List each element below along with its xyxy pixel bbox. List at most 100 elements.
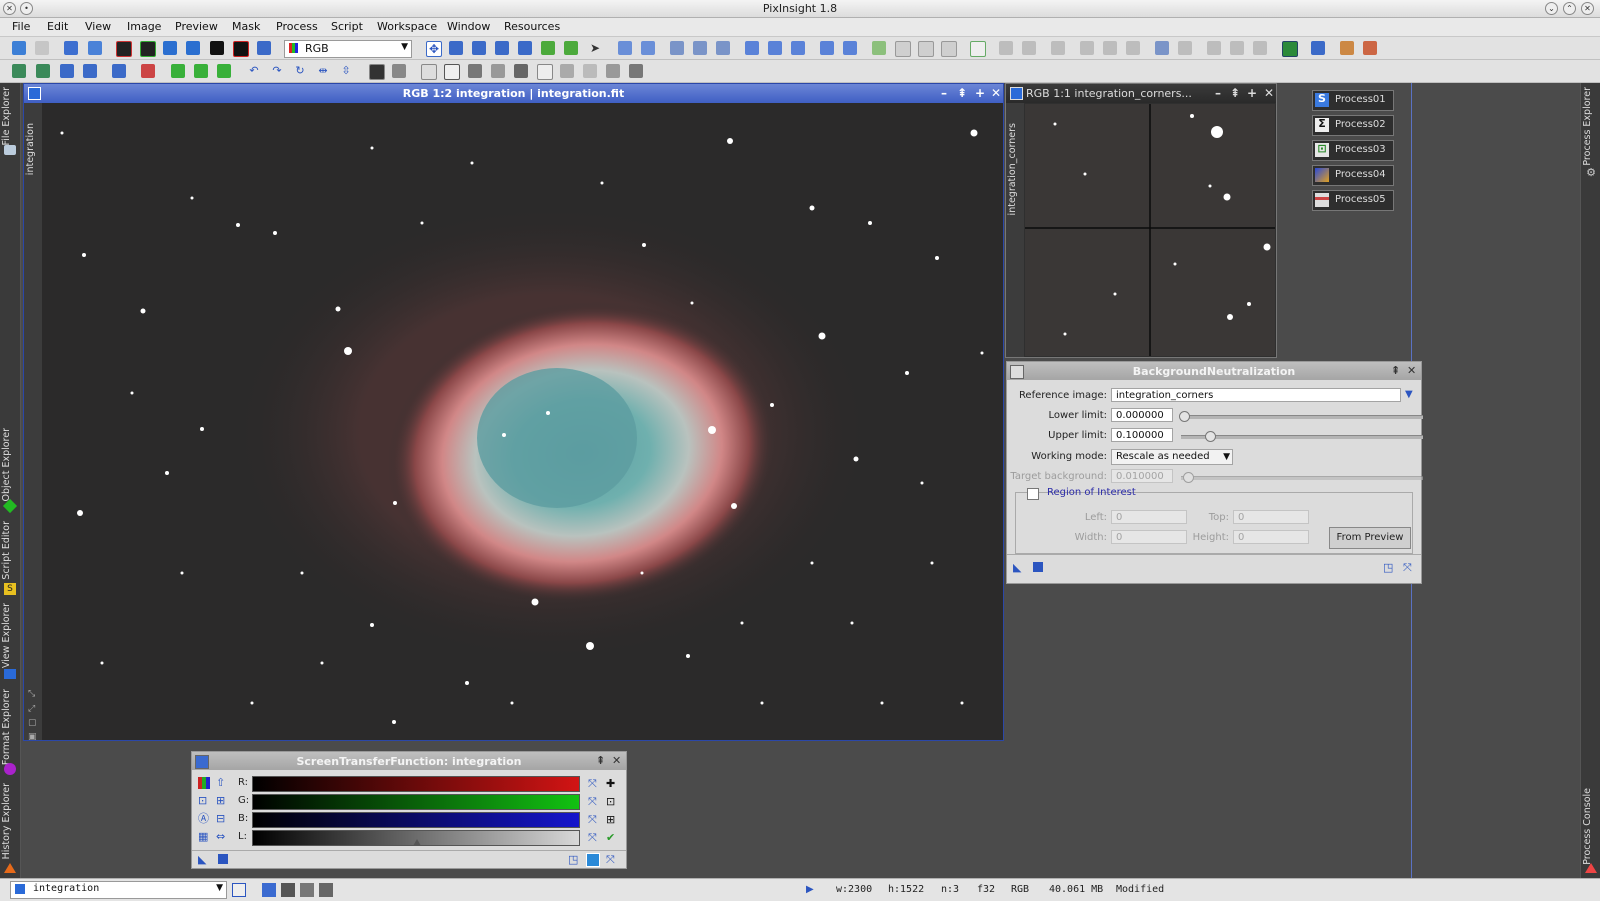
green-channel-icon[interactable]	[163, 41, 177, 55]
target-background-field[interactable]: 0.010000	[1111, 469, 1173, 483]
tool-2-icon[interactable]	[36, 64, 50, 78]
mirror-h-icon[interactable]: ⇹	[316, 64, 330, 78]
menu-process[interactable]: Process	[276, 20, 318, 33]
mask-icon[interactable]	[872, 41, 886, 55]
maximize-window-icon[interactable]: +	[973, 86, 987, 100]
channel-icon[interactable]	[257, 41, 271, 55]
select-view-icon[interactable]: ▼	[1405, 389, 1413, 401]
auto-stretch-icon[interactable]: ⇧	[216, 777, 225, 789]
gray-3-icon[interactable]	[514, 64, 528, 78]
stf-green-slider[interactable]	[252, 794, 580, 810]
tool-1-icon[interactable]	[12, 64, 26, 78]
nebula-image[interactable]	[42, 103, 1003, 740]
browse-doc-icon[interactable]: ◳	[568, 854, 578, 866]
minimize-window-icon[interactable]: –	[937, 86, 951, 100]
close-preview-icon[interactable]: ✕	[1262, 86, 1276, 100]
auto-icon[interactable]: Ⓐ	[198, 813, 209, 825]
lower-limit-field[interactable]: 0.000000	[1111, 408, 1173, 422]
bn-titlebar[interactable]: BackgroundNeutralization ⇞ ✕	[1007, 362, 1421, 380]
tab-process-explorer[interactable]: Process Explorer	[1582, 87, 1600, 167]
menu-workspace[interactable]: Workspace	[377, 20, 437, 33]
mask-2-icon[interactable]	[895, 41, 911, 57]
red-channel-icon[interactable]	[140, 41, 156, 57]
tool-7-icon[interactable]	[171, 64, 185, 78]
play-icon[interactable]: ▶	[806, 884, 814, 896]
tool-g-icon[interactable]	[1155, 41, 1169, 55]
view-selector[interactable]: integration ▼	[10, 881, 227, 899]
tool-c-icon[interactable]	[1051, 41, 1065, 55]
maximize-icon[interactable]: ⌃	[1563, 2, 1576, 15]
rotate-right-icon[interactable]: ↷	[270, 64, 284, 78]
slider-handle[interactable]	[1179, 411, 1190, 422]
process-icon-1[interactable]: S Process01	[1312, 90, 1394, 111]
tile-icon[interactable]	[791, 41, 805, 55]
slider-handle[interactable]	[1183, 472, 1195, 483]
menu-window[interactable]: Window	[447, 20, 490, 33]
roi-checkbox[interactable]	[1027, 488, 1039, 500]
tool-b-icon[interactable]	[1022, 41, 1036, 55]
menu-view[interactable]: View	[85, 20, 111, 33]
zoom-out-icon[interactable]	[641, 41, 655, 55]
menu-preview[interactable]: Preview	[175, 20, 218, 33]
menu-image[interactable]: Image	[127, 20, 161, 33]
main-image-window[interactable]: RGB 1:2 integration | integration.fit – …	[23, 83, 1004, 742]
tab-format-explorer[interactable]: Format Explorer	[1, 689, 19, 765]
preview-small-icon[interactable]: ▢	[28, 717, 37, 729]
window-2-icon[interactable]	[843, 41, 857, 55]
tool-5-icon[interactable]	[112, 64, 126, 78]
tool-k-icon[interactable]	[1253, 41, 1267, 55]
width-icon[interactable]: ⇔	[216, 831, 225, 843]
process-icon-3[interactable]: ⊡ Process03	[1312, 140, 1394, 161]
zoom-in-mode-icon[interactable]	[472, 41, 486, 55]
close-window-icon[interactable]: ✕	[989, 86, 1003, 100]
roi-top-field[interactable]: 0	[1233, 510, 1309, 524]
mirror-v-icon[interactable]: ⇳	[339, 64, 353, 78]
tab-process-console[interactable]: Process Console	[1582, 788, 1600, 868]
tab-object-explorer[interactable]: Object Explorer	[1, 428, 19, 508]
shade-panel-icon[interactable]: ⇞	[1391, 365, 1400, 377]
gray-4-icon[interactable]	[537, 64, 553, 80]
zoom-fit-icon[interactable]	[449, 41, 463, 55]
new-image-icon[interactable]	[232, 883, 246, 897]
new-instance-icon[interactable]: ◣	[198, 854, 206, 866]
stf-titlebar[interactable]: ScreenTransferFunction: integration ⇞ ✕	[192, 752, 626, 770]
tab-history-explorer[interactable]: History Explorer	[1, 783, 19, 863]
shade-preview-icon[interactable]: ⇞	[1228, 86, 1242, 100]
shade-window-icon[interactable]: ⇞	[955, 86, 969, 100]
tool-6-icon[interactable]	[141, 64, 155, 78]
from-preview-button[interactable]: From Preview	[1329, 527, 1411, 549]
stf-panel[interactable]: ScreenTransferFunction: integration ⇞ ✕ …	[191, 751, 627, 869]
chroma-icon[interactable]	[233, 41, 249, 57]
background-neutralization-panel[interactable]: BackgroundNeutralization ⇞ ✕ Reference i…	[1006, 361, 1423, 584]
close-icon[interactable]: ✕	[1581, 2, 1594, 15]
shade-panel-icon[interactable]: ⇞	[596, 755, 605, 767]
menu-edit[interactable]: Edit	[47, 20, 68, 33]
crop-icon[interactable]	[421, 64, 437, 80]
browse-doc-icon[interactable]: ◳	[1383, 562, 1393, 574]
target-background-slider[interactable]	[1181, 472, 1423, 483]
luminance-icon[interactable]	[210, 41, 224, 55]
rgb-channel-icon[interactable]	[116, 41, 132, 57]
view-mode-1-icon[interactable]	[262, 883, 276, 897]
apply-global-icon[interactable]	[1033, 562, 1043, 572]
rotate-left-icon[interactable]: ↶	[247, 64, 261, 78]
tool-e-icon[interactable]	[1103, 41, 1117, 55]
upper-limit-field[interactable]: 0.100000	[1111, 428, 1173, 442]
grid-icon[interactable]: ▦	[198, 831, 208, 843]
open-icon[interactable]	[64, 41, 78, 55]
save-icon[interactable]	[88, 41, 102, 55]
tab-script-editor[interactable]: Script Editor	[1, 521, 19, 591]
tool-a-icon[interactable]	[999, 41, 1013, 55]
close-panel-icon[interactable]: ✕	[612, 755, 621, 767]
stf-red-slider[interactable]	[252, 776, 580, 792]
close-panel-icon[interactable]: ✕	[1407, 365, 1416, 377]
view-mode-2-icon[interactable]	[281, 883, 295, 897]
tool-3-icon[interactable]	[60, 64, 74, 78]
readout-icon[interactable]	[518, 41, 532, 55]
process-icon-4[interactable]: Process04	[1312, 165, 1394, 186]
view-mode-3-icon[interactable]	[300, 883, 314, 897]
stf-icon[interactable]	[970, 41, 986, 57]
view-mode-4-icon[interactable]	[319, 883, 333, 897]
zoom-out-mode-icon[interactable]	[495, 41, 509, 55]
gray-6-icon[interactable]	[583, 64, 597, 78]
